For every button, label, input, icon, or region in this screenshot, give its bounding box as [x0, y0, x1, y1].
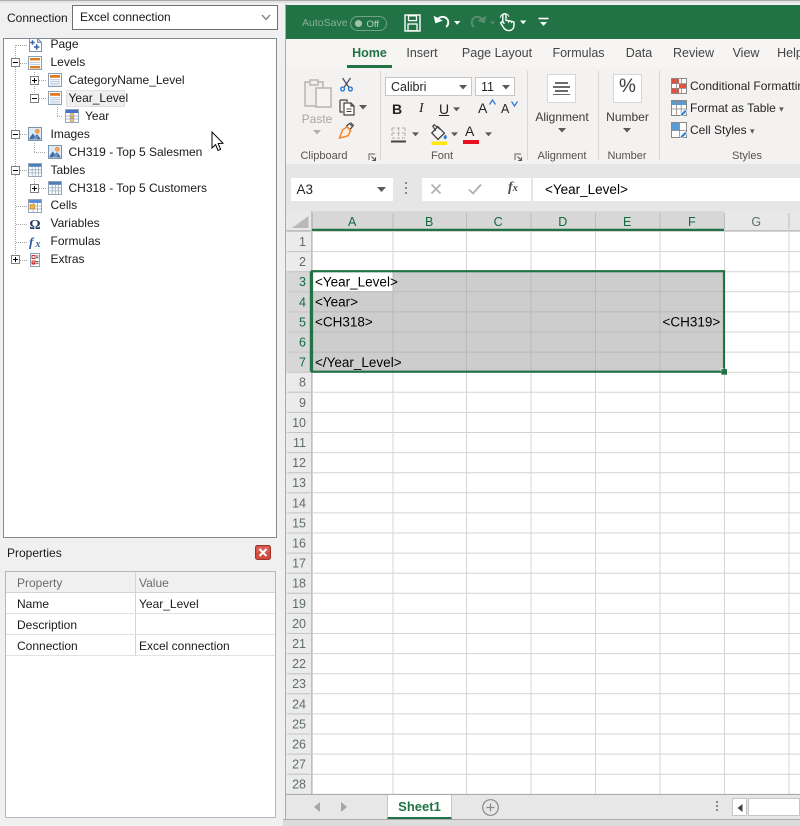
- svg-text:1: 1: [299, 235, 306, 249]
- svg-text:4: 4: [299, 295, 306, 309]
- svg-text:E: E: [623, 215, 631, 229]
- svg-text:B: B: [425, 215, 433, 229]
- svg-text:11: 11: [293, 436, 306, 450]
- svg-text:25: 25: [292, 717, 306, 731]
- svg-text:19: 19: [292, 597, 306, 611]
- svg-text:G: G: [751, 215, 761, 229]
- svg-text:12: 12: [292, 456, 306, 470]
- svg-text:10: 10: [292, 416, 306, 430]
- svg-text:23: 23: [292, 677, 306, 691]
- svg-text:8: 8: [299, 376, 306, 390]
- svg-text:17: 17: [292, 557, 306, 571]
- svg-text:5: 5: [299, 315, 306, 329]
- svg-text:2: 2: [299, 255, 306, 269]
- svg-text:24: 24: [292, 697, 306, 711]
- svg-text:21: 21: [292, 637, 306, 651]
- svg-text:<CH318>: <CH318>: [315, 315, 373, 330]
- svg-text:F: F: [688, 215, 696, 229]
- svg-text:14: 14: [292, 496, 306, 510]
- svg-text:18: 18: [292, 577, 306, 591]
- svg-text:9: 9: [299, 396, 306, 410]
- svg-text:7: 7: [299, 356, 306, 370]
- svg-text:<Year_Level>: <Year_Level>: [315, 274, 398, 289]
- svg-text:x: x: [35, 239, 41, 249]
- svg-text:26: 26: [292, 738, 306, 752]
- svg-text:Ω: Ω: [29, 218, 40, 231]
- svg-text:A: A: [348, 215, 357, 229]
- svg-text:6: 6: [299, 336, 306, 350]
- svg-text:16: 16: [292, 537, 306, 551]
- svg-text:3: 3: [299, 275, 306, 289]
- svg-text:<Year>: <Year>: [315, 295, 358, 310]
- svg-text:20: 20: [292, 617, 306, 631]
- svg-text:27: 27: [292, 758, 306, 772]
- svg-text:15: 15: [292, 516, 306, 530]
- svg-text:C: C: [494, 215, 503, 229]
- svg-text:D: D: [558, 215, 567, 229]
- svg-text:</Year_Level>: </Year_Level>: [315, 355, 402, 370]
- svg-text:<CH319>: <CH319>: [663, 315, 721, 330]
- svg-text:13: 13: [292, 476, 306, 490]
- svg-text:28: 28: [292, 778, 306, 792]
- svg-text:22: 22: [292, 657, 306, 671]
- svg-text:f: f: [29, 235, 35, 249]
